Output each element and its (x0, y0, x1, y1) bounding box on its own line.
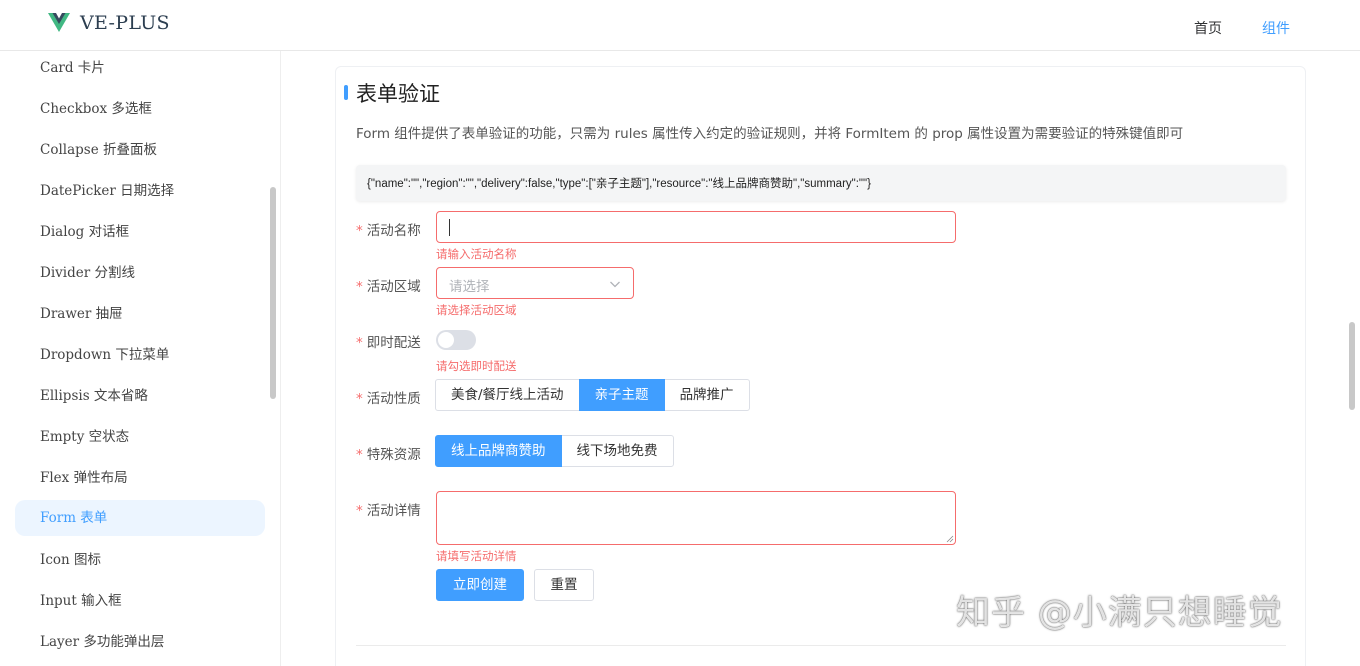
type-option-brand[interactable]: 品牌推广 (663, 379, 750, 411)
sidebar-item-empty[interactable]: Empty 空状态 (15, 419, 265, 455)
sidebar-scrollbar[interactable] (270, 187, 276, 399)
sidebar-item-layer[interactable]: Layer 多功能弹出层 (15, 624, 265, 660)
sidebar-item-dropdown[interactable]: Dropdown 下拉菜单 (15, 337, 265, 373)
name-label: * 活动名称 (356, 219, 421, 239)
activity-region-select[interactable]: 请选择 (436, 267, 634, 299)
type-option-food[interactable]: 美食/餐厅线上活动 (435, 379, 580, 411)
sidebar: Card 卡片 Checkbox 多选框 Collapse 折叠面板 DateP… (0, 51, 281, 666)
sidebar-item-input[interactable]: Input 输入框 (15, 583, 265, 619)
required-mark: * (356, 335, 363, 351)
resource-label: * 特殊资源 (356, 443, 421, 463)
name-error: 请输入活动名称 (436, 247, 517, 261)
switch-knob (438, 332, 454, 348)
delivery-error: 请勾选即时配送 (436, 359, 517, 373)
text-cursor (449, 219, 450, 236)
delivery-switch[interactable] (436, 330, 476, 350)
required-mark: * (356, 447, 363, 463)
resource-option-offline[interactable]: 线下场地免费 (560, 435, 674, 467)
section-title: 表单验证 (356, 82, 440, 106)
sidebar-item-form[interactable]: Form 表单 (15, 500, 265, 536)
required-mark: * (356, 503, 363, 519)
activity-summary-textarea[interactable] (436, 491, 956, 545)
sidebar-item-collapse[interactable]: Collapse 折叠面板 (15, 132, 265, 168)
sidebar-item-dialog[interactable]: Dialog 对话框 (15, 214, 265, 250)
required-mark: * (356, 223, 363, 239)
region-label-text: 活动区域 (366, 279, 421, 295)
sidebar-item-checkbox[interactable]: Checkbox 多选框 (15, 91, 265, 127)
sidebar-item-ellipsis[interactable]: Ellipsis 文本省略 (15, 378, 265, 414)
activity-type-group: 美食/餐厅线上活动 亲子主题 品牌推广 (435, 379, 750, 411)
region-label: * 活动区域 (356, 275, 421, 295)
sidebar-item-divider[interactable]: Divider 分割线 (15, 255, 265, 291)
type-option-family[interactable]: 亲子主题 (578, 379, 665, 411)
resource-label-text: 特殊资源 (366, 447, 421, 463)
type-label: * 活动性质 (356, 387, 421, 407)
summary-label: * 活动详情 (356, 499, 421, 519)
delivery-label: * 即时配送 (356, 331, 421, 351)
delivery-label-text: 即时配送 (366, 335, 421, 351)
chevron-down-icon (610, 281, 620, 288)
activity-name-input[interactable] (436, 211, 956, 243)
required-mark: * (356, 279, 363, 295)
sidebar-item-flex[interactable]: Flex 弹性布局 (15, 460, 265, 496)
resize-handle-icon[interactable] (946, 535, 954, 543)
resource-option-online[interactable]: 线上品牌商赞助 (435, 435, 562, 467)
section-divider (356, 645, 1286, 646)
sidebar-item-icon[interactable]: Icon 图标 (15, 542, 265, 578)
form-model-json: {"name":"","region":"","delivery":false,… (356, 165, 1286, 201)
nav-home-link[interactable]: 首页 (1194, 18, 1222, 38)
vue-logo-icon (48, 13, 70, 32)
section-description: Form 组件提供了表单验证的功能，只需为 rules 属性传入约定的验证规则，… (356, 126, 1184, 142)
name-label-text: 活动名称 (366, 223, 421, 239)
create-button[interactable]: 立即创建 (436, 569, 524, 601)
logo[interactable]: VE-PLUS (48, 12, 170, 34)
nav-components-link[interactable]: 组件 (1262, 18, 1290, 38)
sidebar-item-drawer[interactable]: Drawer 抽屉 (15, 296, 265, 332)
reset-button[interactable]: 重置 (534, 569, 594, 601)
region-error: 请选择活动区域 (436, 303, 517, 317)
sidebar-item-card[interactable]: Card 卡片 (15, 51, 265, 86)
sidebar-item-datepicker[interactable]: DatePicker 日期选择 (15, 173, 265, 209)
summary-error: 请填写活动详情 (436, 549, 517, 563)
required-mark: * (356, 391, 363, 407)
resource-group: 线上品牌商赞助 线下场地免费 (435, 435, 674, 467)
page-scrollbar[interactable] (1349, 322, 1355, 410)
logo-text: VE-PLUS (80, 12, 170, 34)
title-accent-bar (344, 85, 348, 100)
summary-label-text: 活动详情 (366, 503, 421, 519)
top-header: VE-PLUS 首页 组件 (0, 0, 1360, 51)
type-label-text: 活动性质 (366, 391, 421, 407)
watermark: 知乎 @小满只想睡觉 (956, 593, 1283, 633)
region-placeholder: 请选择 (449, 279, 490, 295)
